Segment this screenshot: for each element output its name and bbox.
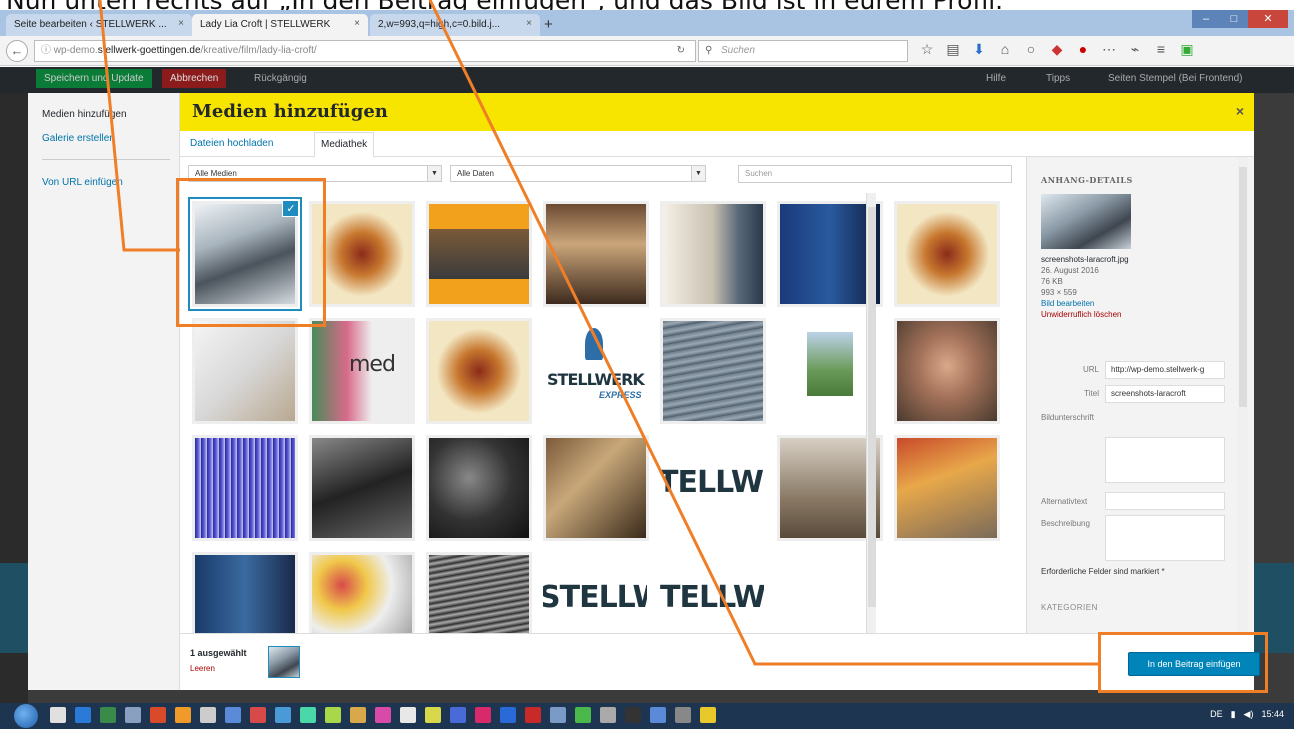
annotation-arrows (98, 0, 1100, 666)
clock[interactable]: 15:44 (1261, 709, 1284, 720)
ie-icon[interactable] (75, 707, 91, 723)
app-icon[interactable] (325, 707, 341, 723)
network-icon[interactable]: ▮ (1231, 709, 1236, 720)
app-icon[interactable] (650, 707, 666, 723)
app-icon[interactable] (525, 707, 541, 723)
app-icon[interactable] (500, 707, 516, 723)
taskbar-icons (50, 707, 716, 723)
app-icon[interactable] (300, 707, 316, 723)
system-tray: DE ▮ ◀) 15:44 (1210, 709, 1284, 720)
app-icon[interactable] (675, 707, 691, 723)
app-icon[interactable] (125, 707, 141, 723)
app-icon[interactable] (275, 707, 291, 723)
app-icon[interactable] (200, 707, 216, 723)
arrow-to-insert-button (428, 0, 1100, 666)
app-icon[interactable] (475, 707, 491, 723)
volume-icon[interactable]: ◀) (1244, 709, 1254, 720)
start-button-icon[interactable] (14, 704, 38, 728)
app-icon[interactable] (400, 707, 416, 723)
language-indicator[interactable]: DE (1210, 709, 1223, 720)
app-icon[interactable] (600, 707, 616, 723)
app-icon[interactable] (425, 707, 441, 723)
app-icon[interactable] (450, 707, 466, 723)
app-icon[interactable] (575, 707, 591, 723)
app-icon[interactable] (350, 707, 366, 723)
app-icon[interactable] (225, 707, 241, 723)
app-icon[interactable] (700, 707, 716, 723)
app-icon[interactable] (250, 707, 266, 723)
arrow-to-image (98, 0, 180, 252)
firefox-icon[interactable] (175, 707, 191, 723)
filezilla-icon[interactable] (150, 707, 166, 723)
windows-taskbar: DE ▮ ◀) 15:44 (0, 703, 1294, 729)
app-icon[interactable] (100, 707, 116, 723)
app-icon[interactable] (50, 707, 66, 723)
app-icon[interactable] (550, 707, 566, 723)
app-icon[interactable] (375, 707, 391, 723)
app-icon[interactable] (625, 707, 641, 723)
